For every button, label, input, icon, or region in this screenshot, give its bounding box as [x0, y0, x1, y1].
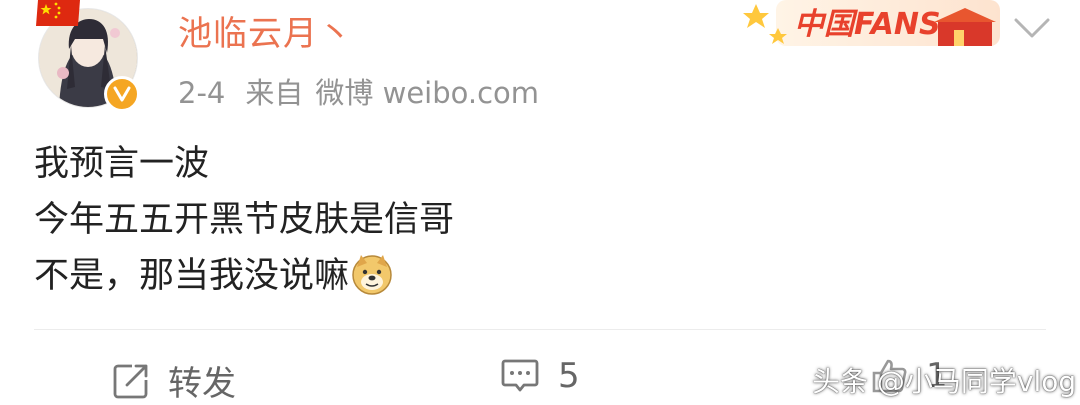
comment-count: 5 — [558, 356, 580, 396]
content-line: 我预言一波 — [34, 144, 210, 184]
china-fans-badge[interactable]: 中国FANS — [742, 0, 1010, 52]
username[interactable]: 池临云月丶 — [178, 6, 353, 55]
post-content: 我预言一波 今年五五开黑节皮肤是信哥 不是，那当我没说嘛 — [34, 136, 454, 304]
post-meta: 2-4 来自 微博 weibo.com — [178, 70, 559, 112]
content-line: 不是，那当我没说嘛 — [34, 248, 454, 304]
repost-label: 转发 — [168, 364, 236, 404]
chevron-down-icon[interactable] — [1010, 12, 1054, 42]
avatar-container[interactable] — [34, 0, 144, 112]
post-source: 微博 weibo.com — [315, 76, 540, 110]
repost-button[interactable]: 转发 — [112, 356, 236, 405]
repost-icon — [113, 364, 148, 398]
post-date: 2-4 — [178, 76, 226, 110]
source-prefix: 来自 — [245, 76, 304, 110]
fans-badge-label: 中国FANS — [794, 7, 941, 42]
doge-emoji-icon — [352, 255, 392, 295]
content-line: 今年五五开黑节皮肤是信哥 — [34, 200, 455, 240]
verified-icon — [104, 76, 140, 112]
china-flag-icon — [36, 0, 80, 26]
divider — [34, 329, 1046, 330]
watermark: 头条 @小马同学vlog — [812, 365, 1077, 398]
content-line-text: 不是，那当我没说嘛 — [34, 256, 350, 296]
comment-button[interactable]: 5 — [500, 356, 580, 396]
comment-icon — [501, 359, 539, 392]
